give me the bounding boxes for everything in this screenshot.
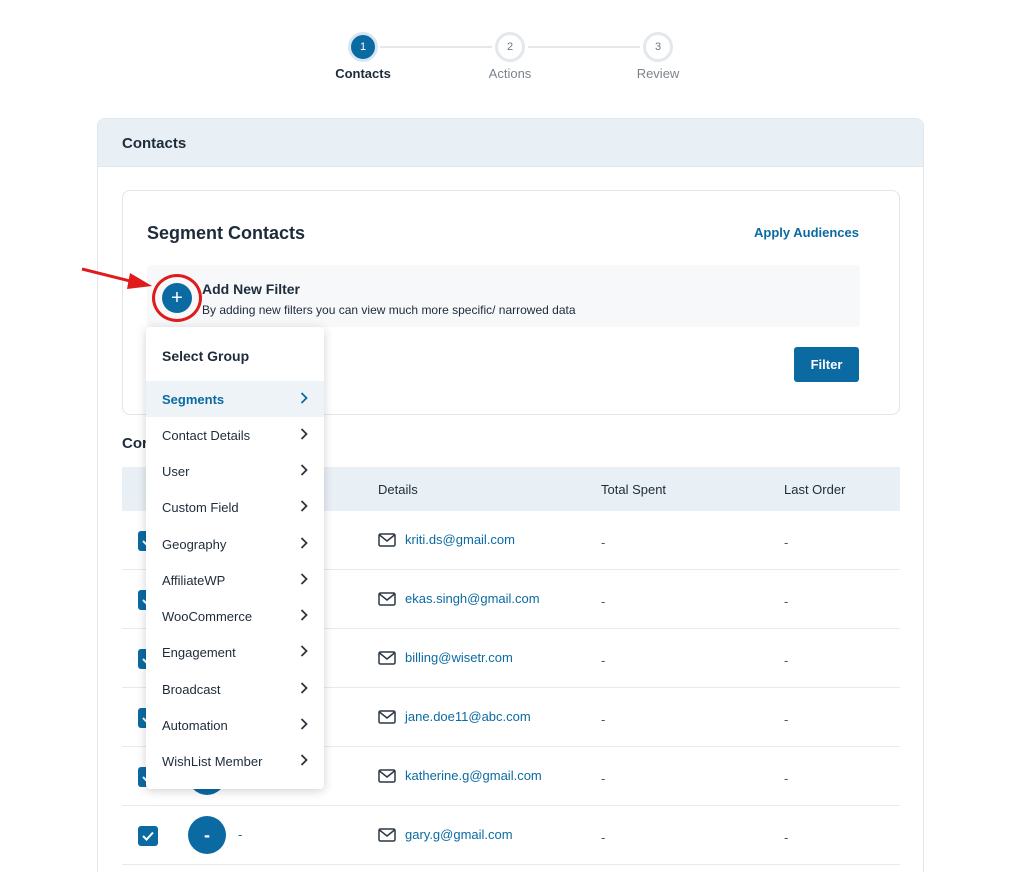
menu-item-label: User [162,464,190,479]
total-spent-value: - [601,594,606,609]
segment-title: Segment Contacts [147,223,306,243]
menu-item-label: WishList Member [162,754,263,769]
column-total-spent: Total Spent [601,482,667,497]
add-filter-plus-button[interactable]: + [162,283,192,313]
step-number: 1 [348,32,378,62]
contact-email-link[interactable]: kriti.ds@gmail.com [405,532,515,547]
check-icon [142,831,154,841]
chevron-right-icon [300,718,308,730]
last-order-value: - [784,535,789,550]
menu-item-wishlist-member[interactable]: WishList Member [146,743,324,779]
menu-item-woocommerce[interactable]: WooCommerce [146,598,324,634]
step-number: 2 [495,32,525,62]
total-spent-value: - [601,712,606,727]
menu-item-segments[interactable]: Segments [146,381,324,417]
last-order-value: - [784,771,789,786]
filter-button[interactable]: Filter [794,347,859,382]
menu-item-label: Automation [162,718,228,733]
step-label: Actions [488,66,532,81]
table-row[interactable]: - - gary.g@gmail.com - - [122,806,900,865]
contact-email-link[interactable]: katherine.g@gmail.com [405,768,542,783]
menu-item-automation[interactable]: Automation [146,707,324,743]
chevron-right-icon [300,754,308,766]
menu-item-label: Geography [162,537,227,552]
contact-email-link[interactable]: gary.g@gmail.com [405,827,513,842]
mail-icon [378,828,396,842]
menu-item-user[interactable]: User [146,453,324,489]
chevron-right-icon [300,464,308,476]
card-header: Contacts [98,119,923,167]
add-filter-title: Add New Filter [202,281,301,297]
chevron-right-icon [300,609,308,621]
chevron-right-icon [300,428,308,440]
add-filter-description: By adding new filters you can view much … [202,303,576,317]
total-spent-value: - [601,535,606,550]
mail-icon [378,769,396,783]
dropdown-title: Select Group [162,348,250,364]
mail-icon [378,592,396,606]
step-contacts[interactable]: 1 Contacts [313,32,413,81]
last-order-value: - [784,712,789,727]
menu-item-geography[interactable]: Geography [146,526,324,562]
last-order-value: - [784,594,789,609]
menu-item-engagement[interactable]: Engagement [146,634,324,670]
menu-item-label: Broadcast [162,682,221,697]
apply-audiences-link[interactable]: Apply Audiences [754,225,859,240]
plus-icon: + [171,286,183,309]
step-review[interactable]: 3 Review [608,32,708,81]
column-details: Details [378,482,418,497]
chevron-right-icon [300,573,308,585]
row-checkbox[interactable] [138,826,158,846]
chevron-right-icon [300,537,308,549]
contact-email-link[interactable]: ekas.singh@gmail.com [405,591,540,606]
menu-item-label: AffiliateWP [162,573,226,588]
chevron-right-icon [300,392,308,404]
mail-icon [378,651,396,665]
mail-icon [378,533,396,547]
total-spent-value: - [601,830,606,845]
column-last-order: Last Order [784,482,846,497]
stepper: 1 Contacts 2 Actions 3 Review [0,32,1024,92]
chevron-right-icon [300,682,308,694]
chevron-right-icon [300,645,308,657]
chevron-right-icon [300,500,308,512]
select-group-dropdown: Select Group Segments Contact Details Us… [146,327,324,789]
step-actions[interactable]: 2 Actions [460,32,560,81]
menu-item-label: WooCommerce [162,609,253,624]
menu-item-custom-field[interactable]: Custom Field [146,489,324,525]
mail-icon [378,710,396,724]
add-filter-row: Add New Filter By adding new filters you… [147,265,860,327]
step-label: Contacts [335,66,391,81]
menu-item-contact-details[interactable]: Contact Details [146,417,324,453]
menu-item-label: Custom Field [162,500,239,515]
arrow-right-icon [81,267,152,289]
last-order-value: - [784,830,789,845]
contacts-table-heading: Cor [122,435,148,452]
total-spent-value: - [601,771,606,786]
menu-item-affiliatewp[interactable]: AffiliateWP [146,562,324,598]
menu-item-label: Segments [162,392,225,407]
last-order-value: - [784,653,789,668]
step-number: 3 [643,32,673,62]
contact-avatar[interactable]: - [188,816,226,854]
step-label: Review [636,66,680,81]
contact-email-link[interactable]: billing@wisetr.com [405,650,513,665]
menu-item-label: Engagement [162,645,236,660]
menu-item-label: Contact Details [162,428,251,443]
menu-item-broadcast[interactable]: Broadcast [146,671,324,707]
contact-email-link[interactable]: jane.doe11@abc.com [405,709,531,724]
total-spent-value: - [601,653,606,668]
contact-name-link[interactable]: - [238,827,242,842]
